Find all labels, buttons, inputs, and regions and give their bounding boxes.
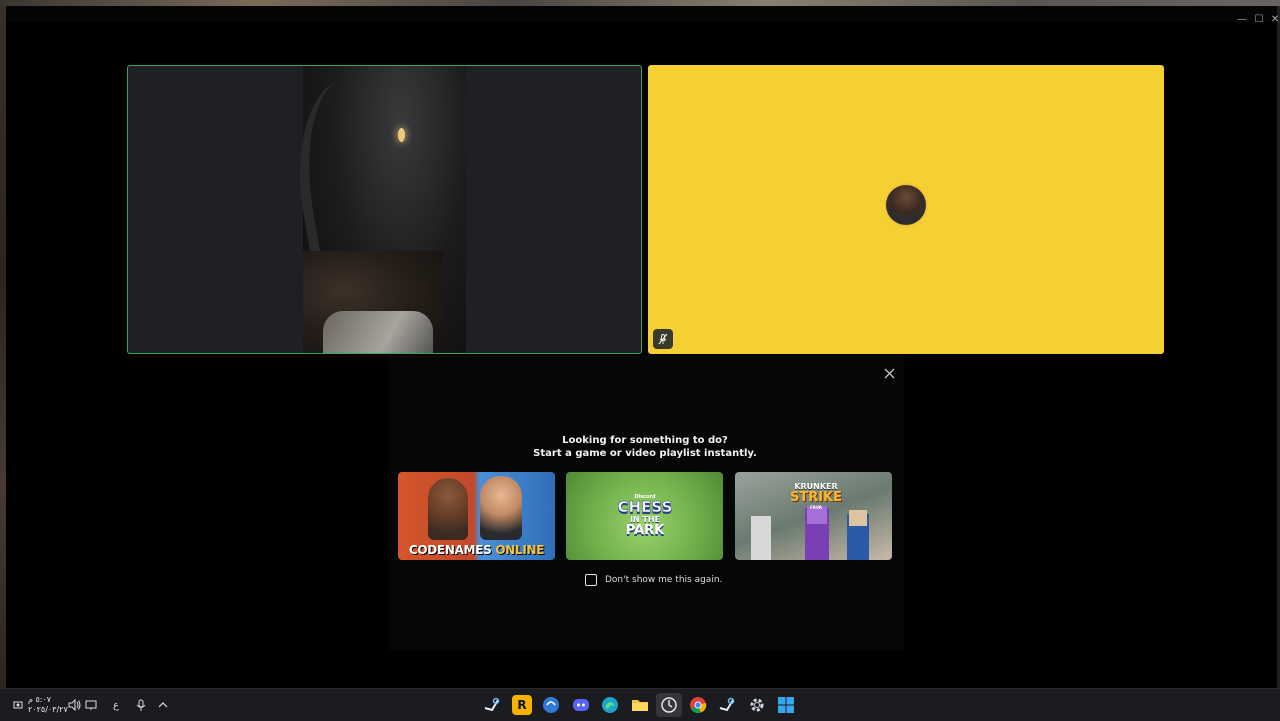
camera-feed [281, 66, 466, 353]
window-titlebar: — ☐ ✕ [6, 6, 1279, 25]
krunker-character-b [847, 510, 869, 560]
clock-date: ٢٠٢٥/٠٣/٢٧ [28, 705, 68, 714]
chess-logo-line1: CHESS [617, 498, 673, 516]
volume-icon[interactable] [66, 689, 82, 721]
codenames-logo: CODENAMES ONLINE [398, 543, 555, 557]
krunker-character-a [805, 506, 829, 560]
panel-title-line2: Start a game or video playlist instantly… [533, 448, 757, 459]
network-icon[interactable] [10, 689, 26, 721]
codenames-character-b [480, 476, 522, 540]
dont-show-again-option[interactable]: Don't show me this again. [585, 573, 722, 587]
krunker-logo-line3: FRVR [810, 505, 822, 510]
microphone-icon[interactable] [133, 689, 149, 721]
steam-icon[interactable] [717, 695, 737, 715]
feed-shirt [323, 311, 433, 353]
chevron-up-icon[interactable] [155, 689, 171, 721]
activity-card-krunker[interactable]: KRUNKER STRIKE FRVR [735, 472, 892, 560]
panel-title-line1: Looking for something to do? [562, 435, 728, 446]
close-icon[interactable] [881, 365, 897, 381]
feed-light [398, 128, 405, 142]
activity-card-codenames[interactable]: CODENAMES ONLINE [398, 472, 555, 560]
steam-icon[interactable] [482, 695, 502, 715]
clock-time: ٥:٠٧ م [28, 695, 52, 704]
windows-icon[interactable] [776, 695, 796, 715]
edge-icon[interactable] [600, 695, 620, 715]
chess-logo: Discord CHESS IN THE PARK [614, 494, 676, 538]
taskbar-clock[interactable]: ٥:٠٧ م ٢٠٢٥/٠٣/٢٧ [28, 695, 68, 715]
krunker-logo-line2: STRIKE [789, 490, 843, 505]
dont-show-again-checkbox[interactable] [585, 574, 597, 586]
dont-show-again-label: Don't show me this again. [605, 575, 723, 585]
codenames-character-a [428, 478, 468, 540]
avatar [886, 185, 926, 225]
activity-card-chess[interactable]: Discord CHESS IN THE PARK [566, 472, 723, 560]
gear-icon[interactable] [747, 695, 767, 715]
krunker-character-c [751, 516, 771, 560]
rockstar-icon[interactable]: R [512, 695, 532, 715]
clock-icon[interactable] [659, 695, 679, 715]
krunker-logo: KRUNKER STRIKE FRVR [783, 482, 849, 510]
muted-mic-icon [653, 329, 673, 349]
chess-logo-line3: PARK [625, 523, 665, 538]
chrome-icon[interactable] [688, 695, 708, 715]
codenames-logo-accent: ONLINE [495, 543, 545, 557]
discord-icon[interactable] [571, 695, 591, 715]
panel-title: Looking for something to do? Start a gam… [388, 434, 902, 460]
activity-suggestion-panel: Looking for something to do? Start a gam… [388, 355, 904, 650]
participant-video-tile[interactable] [127, 65, 642, 354]
edge-dev-icon[interactable] [541, 695, 561, 715]
windows-taskbar: ٥:٠٧ م ٢٠٢٥/٠٣/٢٧ ع R [0, 688, 1280, 721]
display-icon[interactable] [83, 689, 99, 721]
participant-avatar-tile[interactable] [648, 65, 1164, 354]
input-language-indicator[interactable]: ع [108, 689, 124, 721]
codenames-logo-main: CODENAMES [408, 543, 492, 557]
folder-icon[interactable] [630, 695, 650, 715]
